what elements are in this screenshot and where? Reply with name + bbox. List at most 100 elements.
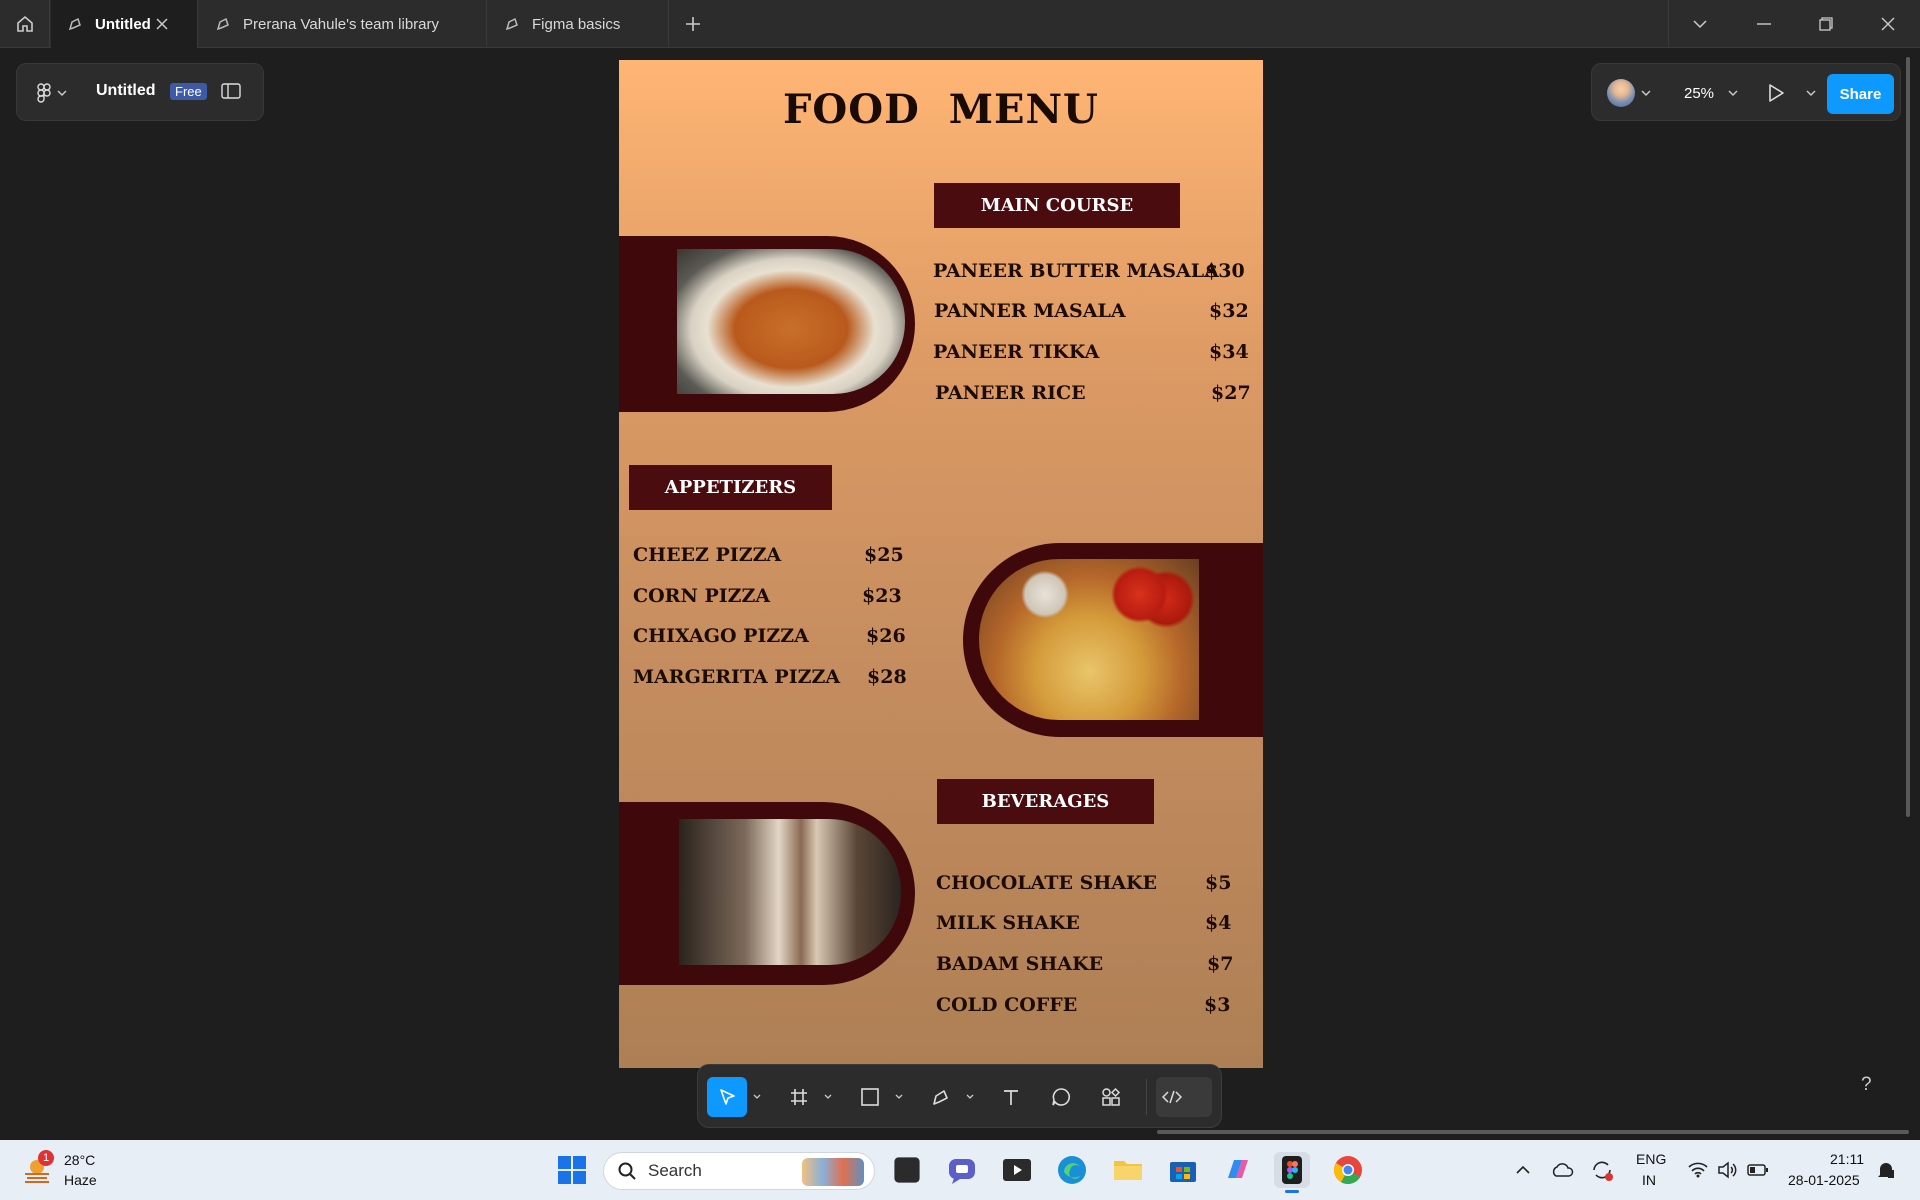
minimize-button[interactable] [1733, 0, 1795, 48]
sidebar-icon [221, 83, 241, 99]
chevron-up-icon[interactable] [1516, 1165, 1530, 1175]
pen-icon [933, 1090, 948, 1105]
clock-time[interactable]: 21:11 [1830, 1151, 1864, 1167]
plus-icon [686, 17, 700, 31]
onedrive-icon[interactable] [1550, 1162, 1574, 1178]
copilot-button[interactable] [1220, 1152, 1256, 1188]
volume-icon[interactable] [1717, 1161, 1737, 1179]
menu-item-price: $30 [1205, 260, 1245, 282]
chat-icon [949, 1159, 975, 1184]
windows-icon [558, 1156, 586, 1184]
new-tab-button[interactable] [680, 14, 706, 34]
teams-chat-button[interactable] [944, 1152, 980, 1188]
chrome-button[interactable] [1330, 1152, 1366, 1188]
start-button[interactable] [554, 1152, 590, 1188]
figma-app-button[interactable] [1274, 1152, 1310, 1193]
comment-tool-button[interactable] [1043, 1077, 1079, 1117]
home-button[interactable] [0, 0, 50, 48]
chevron-down-icon[interactable] [753, 1094, 761, 1100]
menu-item-name: MARGERITA PIZZA [633, 666, 841, 688]
file-name[interactable]: Untitled [96, 82, 156, 100]
chrome-icon [1334, 1156, 1362, 1184]
main-menu-button[interactable] [37, 81, 73, 105]
tab-untitled[interactable]: Untitled [51, 0, 198, 48]
task-view-button[interactable] [894, 1157, 920, 1183]
menu-item-name: CHEEZ PIZZA [633, 544, 782, 566]
present-button[interactable] [1767, 83, 1785, 108]
menu-item-price: $28 [867, 666, 907, 688]
tab-figma-basics[interactable]: Figma basics [487, 0, 669, 48]
menu-item-name: CHOCOLATE SHAKE [936, 872, 1158, 894]
paneer-butter-masala-image [677, 249, 905, 394]
menu-item-name: CORN PIZZA [633, 585, 771, 607]
horizontal-scrollbar[interactable] [1157, 1130, 1909, 1134]
copilot-icon [1228, 1160, 1248, 1178]
file-explorer-button[interactable] [1110, 1152, 1146, 1188]
restore-button[interactable] [1795, 0, 1857, 48]
tab-label: Prerana Vahule's team library [243, 15, 440, 33]
close-icon [1881, 17, 1895, 31]
restore-icon [1819, 17, 1833, 31]
avatar[interactable] [1607, 79, 1635, 107]
edge-browser-button[interactable] [1054, 1152, 1090, 1188]
close-window-button[interactable] [1857, 0, 1919, 48]
store-button[interactable] [1165, 1152, 1201, 1188]
clock-date[interactable]: 28-01-2025 [1788, 1172, 1860, 1188]
notification-badge: 1 [38, 1150, 54, 1166]
pizza-image [979, 559, 1199, 720]
dev-mode-toggle[interactable] [1156, 1077, 1212, 1117]
menu-item-name: PANNER MASALA [934, 300, 1126, 322]
chevron-down-icon [1728, 90, 1738, 96]
folder-icon [1114, 1161, 1142, 1180]
home-icon [16, 15, 33, 32]
language-top[interactable]: ENG [1636, 1151, 1666, 1167]
text-tool-button[interactable] [993, 1077, 1029, 1117]
close-icon[interactable] [155, 17, 169, 31]
sync-icon[interactable] [1590, 1158, 1614, 1182]
wifi-icon[interactable] [1688, 1162, 1708, 1178]
media-app-button[interactable] [999, 1152, 1035, 1188]
notification-bell-icon[interactable] [1877, 1160, 1895, 1180]
menu-item-price: $5 [1205, 872, 1232, 894]
play-icon [1769, 84, 1784, 102]
chevron-down-icon [57, 90, 67, 96]
tab-label: Untitled [95, 15, 151, 33]
figma-icon [1282, 1156, 1302, 1184]
menu-item-price: $4 [1205, 912, 1232, 934]
toggle-sidebar-button[interactable] [221, 82, 241, 105]
tabs-overflow-button[interactable] [1669, 0, 1731, 48]
search-highlight-image [802, 1158, 864, 1186]
pen-tool-button[interactable] [923, 1077, 959, 1117]
weather-desc: Haze [64, 1172, 97, 1188]
weather-widget[interactable]: 1 28°C Haze [22, 1150, 112, 1192]
help-button[interactable]: ? [1861, 1074, 1872, 1096]
frame-tool-button[interactable] [781, 1077, 817, 1117]
taskbar-search[interactable]: Search [603, 1152, 875, 1190]
chevron-down-icon[interactable] [895, 1094, 903, 1100]
store-icon [1170, 1162, 1196, 1182]
tab-team-library[interactable]: Prerana Vahule's team library [198, 0, 487, 48]
chevron-down-icon[interactable] [966, 1094, 974, 1100]
figma-logo-icon [37, 83, 51, 103]
food-menu-frame[interactable]: FOOD MENU MAIN COURSE PANEER BUTTER MASA… [619, 60, 1263, 1068]
zoom-control[interactable]: 25% [1669, 76, 1749, 110]
menu-item-name: PANEER BUTTER MASALA [933, 260, 1219, 282]
chevron-down-icon [1693, 20, 1707, 29]
move-tool-button[interactable] [707, 1077, 747, 1117]
resources-tool-button[interactable] [1093, 1077, 1129, 1117]
edge-icon [1058, 1156, 1086, 1184]
chevron-down-icon[interactable] [824, 1094, 832, 1100]
share-button[interactable]: Share [1827, 74, 1894, 114]
vertical-scrollbar[interactable] [1906, 57, 1910, 817]
rectangle-tool-button[interactable] [852, 1077, 888, 1117]
tab-label: Figma basics [532, 15, 621, 33]
menu-item-name: MILK SHAKE [936, 912, 1080, 934]
design-file-icon [505, 17, 518, 31]
menu-title: FOOD MENU [783, 86, 1099, 133]
language-bottom[interactable]: IN [1642, 1172, 1656, 1188]
chevron-down-icon[interactable] [1641, 89, 1651, 97]
battery-icon[interactable] [1747, 1163, 1769, 1177]
chevron-down-icon[interactable] [1806, 89, 1816, 97]
menu-item-name: PANEER RICE [935, 382, 1086, 404]
rectangle-icon [861, 1088, 879, 1106]
